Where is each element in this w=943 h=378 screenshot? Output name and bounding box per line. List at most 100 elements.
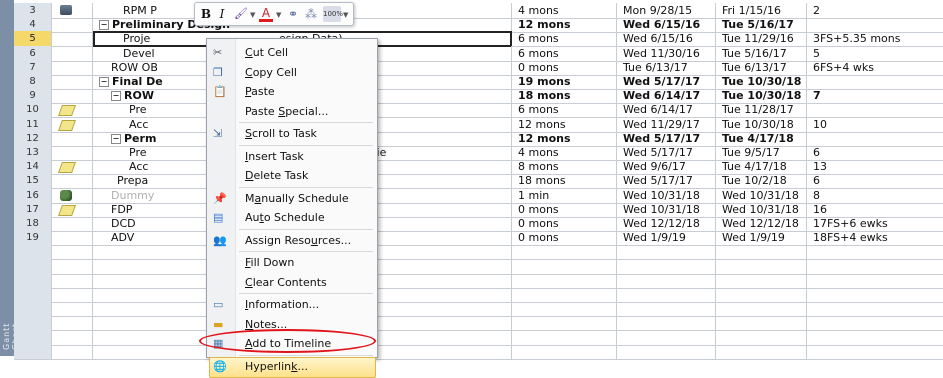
empty-row[interactable] [14, 329, 943, 346]
scissors-icon: ✂ [213, 46, 223, 59]
fill-color-button[interactable]: 🖌 [233, 6, 249, 22]
task-row[interactable]: 13PreRegulatory Agencie4 monsWed 5/17/17… [14, 145, 943, 161]
view-bar-label: Gantt Chart [2, 322, 20, 350]
task-row[interactable]: 7 ROW OB 0 mons Tue 6/13/17 Tue 6/13/17 6FS+4… [14, 59, 943, 76]
menu-item-scroll-to-task[interactable]: ⇲ Scroll to Task [207, 124, 377, 144]
font-color-button[interactable]: A [259, 6, 273, 22]
empty-cell[interactable] [617, 343, 716, 360]
mini-toolbar: B I 🖌 ▼ A ▼ ⚭ ⁂ 100% ▼ [194, 2, 354, 26]
task-row[interactable]: 14 Acc 8 mons Wed 9/6/17 Tue 4/17/18 13 [14, 159, 943, 176]
task-name: FDP [111, 202, 133, 216]
empty-cell[interactable] [14, 343, 52, 360]
menu-item-fill-down[interactable]: Fill Down [207, 253, 377, 273]
context-menu: ✂ Cut Cell ❐ Copy Cell 📋 Paste Paste Special..… [206, 38, 378, 378]
task-row[interactable]: 5Projeesign Data)6 monsWed 6/15/16Tue 11… [14, 31, 943, 48]
font-color-dropdown-icon[interactable]: ▼ [276, 11, 281, 19]
menu-separator [239, 354, 373, 356]
task-row[interactable]: 18 DCD 0 mons Wed 12/12/18 Wed 12/12/18 17FS+… [14, 216, 943, 232]
task-name: Devel [123, 46, 155, 60]
menu-item-copy-cell[interactable]: ❐ Copy Cell [207, 63, 377, 83]
empty-cell[interactable] [807, 344, 943, 360]
task-name: ROW OB [111, 60, 158, 74]
percent-complete-button[interactable]: 100% [323, 6, 343, 22]
scroll-icon: ⇲ [213, 127, 223, 140]
menu-item-label: Fill Down [245, 256, 295, 269]
percent-dropdown-icon[interactable]: ▼ [343, 11, 348, 19]
menu-item-delete-task[interactable]: Delete Task [207, 166, 377, 186]
menu-item-clear-contents[interactable]: Clear Contents [207, 273, 377, 293]
fill-dropdown-icon[interactable]: ▼ [250, 11, 255, 19]
empty-row[interactable] [14, 301, 943, 318]
hyperlink-icon: 🌐 [213, 359, 227, 373]
menu-item-label: Copy Cell [245, 65, 297, 79]
menu-item-information[interactable]: ▭ Information... [207, 295, 377, 315]
menu-item-label: Assign Resources... [245, 233, 352, 247]
menu-item-cut-cell[interactable]: ✂ Cut Cell [207, 43, 377, 63]
collapse-toggle-icon[interactable]: − [99, 77, 109, 87]
menu-item-label: Insert Task [245, 149, 304, 163]
task-row[interactable]: 12− Perm 12 mons Wed 5/17/17 Tue 4/17/18 [14, 130, 943, 147]
menu-item-manually-schedule[interactable]: 📌 Manually Schedule [207, 189, 377, 209]
task-name: Acc [129, 160, 149, 174]
schedule-icon [60, 5, 72, 15]
task-row[interactable]: 8− Final De 19 mons Wed 5/17/17 Tue 10/30/18 [14, 74, 943, 90]
empty-row[interactable] [14, 315, 943, 332]
task-name: ROW [124, 89, 154, 103]
note-icon [57, 105, 77, 117]
task-row[interactable]: 9− ROW 18 mons Wed 6/14/17 Tue 10/30/18 7 [14, 88, 943, 105]
task-row[interactable]: 10PreROW6 monsWed 6/14/17Tue 11/28/17 [14, 102, 943, 119]
menu-item-assign-resources[interactable]: 👥 Assign Resources... [207, 231, 377, 251]
task-name: Proje [123, 32, 151, 46]
menu-item-hyperlink[interactable]: 🌐 Hyperlink... [207, 356, 377, 378]
task-name: Final De [112, 75, 163, 88]
italic-button[interactable]: I [215, 6, 229, 22]
view-bar[interactable]: Gantt Chart [0, 0, 20, 356]
scroll-to-task-icon[interactable]: ⁂ [303, 6, 319, 22]
task-row[interactable]: 17 FDP 0 mons Wed 10/31/18 Wed 10/31/18 16 [14, 201, 943, 218]
empty-row[interactable] [14, 244, 943, 261]
collapse-toggle-icon[interactable]: − [99, 20, 109, 31]
task-name: Perm [124, 131, 157, 145]
copy-icon: ❐ [213, 65, 223, 79]
task-name: Dummy [111, 188, 155, 202]
task-name: Pre [129, 103, 147, 117]
menu-separator [239, 144, 373, 146]
task-name: DCD [111, 217, 136, 230]
menu-item-paste[interactable]: 📋 Paste [207, 82, 377, 102]
task-row[interactable]: 3 RPM P4 mons Mon 9/28/15 Fri 1/15/16 2 [14, 3, 943, 19]
resource-icon [60, 189, 72, 201]
menu-item-label: Cut Cell [245, 46, 289, 59]
menu-separator [239, 293, 373, 294]
empty-row[interactable] [14, 287, 943, 303]
note-icon [57, 119, 77, 131]
menu-separator [239, 251, 373, 252]
note-icon [57, 162, 77, 174]
empty-cell[interactable] [716, 343, 807, 360]
empty-row[interactable] [14, 258, 943, 275]
menu-item-label: Scroll to Task [245, 127, 317, 140]
pin-icon: 📌 [213, 191, 227, 205]
task-row[interactable]: 19 ADV 0 mons Wed 1/9/19 Wed 1/9/19 18FS+4 ew… [14, 230, 943, 247]
task-row[interactable]: 16 Dummy 1 min Wed 10/31/18 Wed 10/31/18 8 [14, 187, 943, 204]
menu-item-auto-schedule[interactable]: ▤ Auto Schedule [207, 208, 377, 228]
resources-icon: 👥 [213, 233, 227, 247]
link-tasks-icon[interactable]: ⚭ [285, 6, 301, 22]
menu-item-label: Hyperlink... [245, 359, 309, 373]
task-row[interactable]: 11 Acc 12 mons Wed 11/29/17 Tue 10/30/18 10 [14, 116, 943, 133]
menu-item-label: Paste [245, 85, 275, 98]
task-row[interactable]: 15Prepan18 monsWed 5/17/17Tue 10/2/186 [14, 173, 943, 190]
empty-cell[interactable] [512, 343, 617, 360]
highlight-annotation [199, 329, 376, 353]
collapse-toggle-icon[interactable]: − [111, 91, 121, 102]
menu-item-paste-special[interactable]: Paste Special... [207, 102, 377, 122]
collapse-toggle-icon[interactable]: − [111, 133, 121, 144]
menu-item-label: Clear Contents [245, 275, 327, 289]
menu-item-insert-task[interactable]: Insert Task [207, 147, 377, 167]
empty-row[interactable] [14, 272, 943, 289]
task-row[interactable]: 4− Preliminary Design 12 mons Wed 6/15/16 Tu… [14, 17, 943, 34]
task-row[interactable]: 6Develproval6 monsWed 11/30/16Tue 5/16/1… [14, 45, 943, 62]
empty-cell[interactable] [52, 343, 93, 360]
menu-item-label: Delete Task [245, 169, 309, 182]
bold-button[interactable]: B [199, 6, 213, 22]
menu-item-label: Auto Schedule [245, 211, 325, 224]
